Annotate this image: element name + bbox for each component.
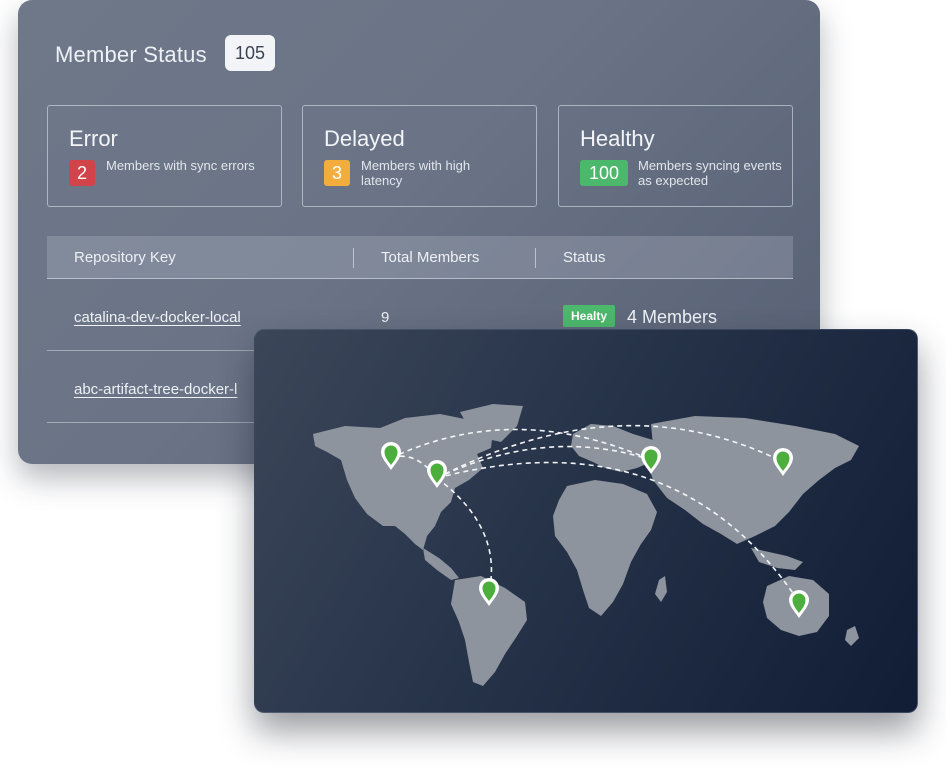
column-header-status[interactable]: Status [563,236,606,279]
africa-landmass [553,480,657,616]
asia-landmass [647,416,859,544]
error-card-description: Members with sync errors [106,158,255,173]
healthy-count-badge: 100 [580,160,628,186]
madagascar-landmass [655,576,667,602]
error-card-title: Error [69,126,118,151]
repository-key-link[interactable]: abc-artifact-tree-docker-l [74,381,237,398]
world-map [313,404,859,686]
column-header-total-members[interactable]: Total Members [381,236,479,279]
table-header: Repository Key Total Members Status [47,236,793,279]
healthy-card-title: Healthy [580,126,655,151]
southeast-asia-landmass [751,548,803,570]
status-cards: Error 2 Members with sync errors Delayed… [47,105,793,207]
total-members-value: 9 [381,309,390,326]
delayed-count-badge: 3 [324,160,350,186]
delayed-card-description: Members with high latency [361,158,471,188]
status-members-count: 4 Members [627,307,718,327]
world-map-card [254,329,918,713]
panel-title: Member Status [55,42,207,67]
error-card[interactable]: Error 2 Members with sync errors [47,105,282,207]
delayed-card[interactable]: Delayed 3 Members with high latency [302,105,537,207]
delayed-card-title: Delayed [324,126,405,151]
column-header-repository-key[interactable]: Repository Key [74,236,176,279]
healthy-card-description: Members syncing events as expected [638,158,782,188]
total-members-badge: 105 [225,35,275,71]
status-badge: Healty [563,305,616,327]
repository-key-link[interactable]: catalina-dev-docker-local [74,309,241,326]
new-zealand-landmass [845,626,859,646]
north-america-landmass [313,414,493,550]
central-america-landmass [423,548,459,580]
healthy-card[interactable]: Healthy 100 Members syncing events as ex… [558,105,793,207]
column-divider [535,248,536,268]
column-divider [353,248,354,268]
error-count-badge: 2 [69,160,95,186]
